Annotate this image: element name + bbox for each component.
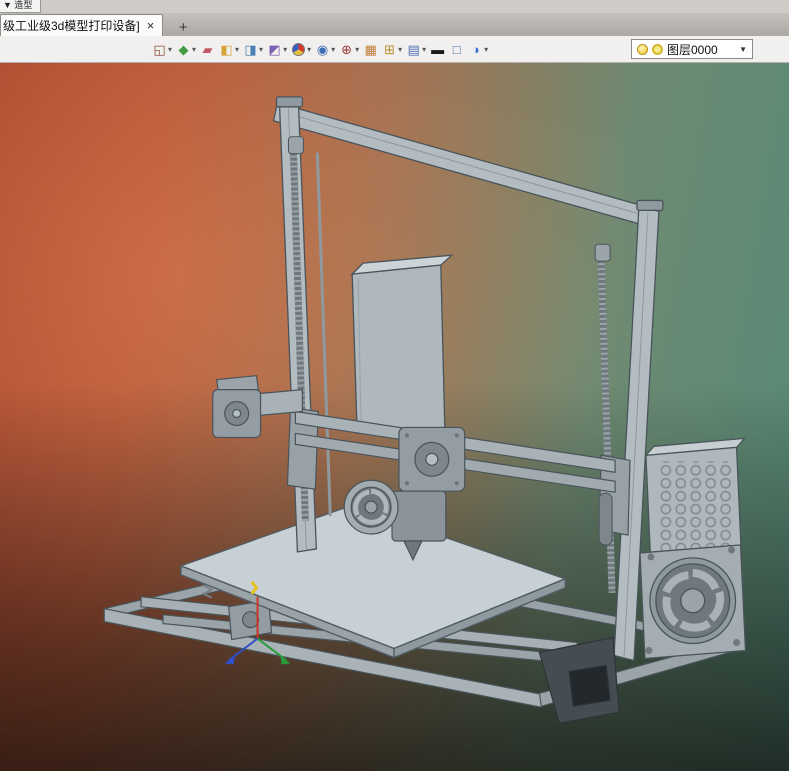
document-tab-title: 级工业级3d模型打印设备] bbox=[3, 19, 140, 33]
paint-button[interactable]: ▰ bbox=[198, 38, 217, 60]
chevron-down-icon[interactable]: ▾ bbox=[259, 45, 263, 54]
grid-button[interactable]: ⊞ ▾ bbox=[380, 38, 404, 60]
chevron-down-icon[interactable]: ▾ bbox=[484, 45, 488, 54]
control-box bbox=[350, 254, 454, 435]
wireframe-display-button[interactable]: ◨ ▾ bbox=[241, 38, 265, 60]
camera-icon: ▤ bbox=[407, 41, 420, 57]
grid-icon: ⊞ bbox=[384, 41, 396, 57]
chevron-down-icon[interactable]: ▾ bbox=[422, 45, 426, 54]
document-tab[interactable]: 级工业级3d模型打印设备] × bbox=[0, 14, 164, 36]
chevron-down-icon[interactable]: ▾ bbox=[331, 45, 335, 54]
color-wheel-button[interactable]: ▾ bbox=[289, 38, 313, 60]
texture-button[interactable]: ▦ bbox=[361, 38, 380, 60]
cooling-fan bbox=[639, 544, 747, 660]
layer-color-icon bbox=[652, 43, 663, 55]
shaded-display-button[interactable]: ◧ ▾ bbox=[217, 38, 241, 60]
titlebar-strip: ▼ 造型 bbox=[0, 0, 789, 13]
chevron-down-icon[interactable]: ▾ bbox=[283, 45, 287, 54]
material-icon: ◆ bbox=[178, 41, 189, 57]
background-dark-button[interactable]: ▬ bbox=[428, 38, 447, 60]
viewport-3d[interactable] bbox=[0, 63, 789, 771]
appearance-icon: ◉ bbox=[316, 41, 329, 57]
lightbulb-icon bbox=[637, 43, 648, 55]
printer-model bbox=[103, 96, 747, 724]
tab-close-icon[interactable]: × bbox=[147, 19, 155, 32]
chevron-down-icon[interactable]: ▾ bbox=[192, 45, 196, 54]
tower-slot bbox=[598, 492, 613, 546]
chevron-down-icon[interactable]: ▾ bbox=[307, 45, 311, 54]
shaded-display-icon: ◧ bbox=[220, 41, 233, 57]
hidden-line-display-button[interactable]: ◩ ▾ bbox=[265, 38, 289, 60]
background-light-button[interactable]: □ bbox=[447, 38, 466, 60]
chevron-down-icon[interactable]: ▼ bbox=[739, 45, 747, 54]
camera-button[interactable]: ▤ ▾ bbox=[404, 38, 428, 60]
material-button[interactable]: ◆ ▾ bbox=[174, 38, 198, 60]
texture-icon: ▦ bbox=[364, 41, 377, 57]
layer-select-value: 图层0000 bbox=[667, 42, 718, 57]
background-dark-icon: ▬ bbox=[431, 41, 445, 57]
corner-bracket bbox=[538, 636, 620, 724]
cad-application-window: ▼ 造型 级工业级3d模型打印设备] × + ◱ ▾ ◆ ▾ ▰ ◧ ▾ ◨ ▾ bbox=[0, 0, 789, 771]
z-motor-left bbox=[212, 375, 303, 439]
hidden-line-display-icon: ◩ bbox=[268, 41, 281, 57]
document-tabbar: 级工业级3d模型打印设备] × + bbox=[0, 13, 789, 36]
new-tab-button[interactable]: + bbox=[171, 18, 195, 36]
lens-icon: ◑ bbox=[471, 41, 480, 57]
background-light-icon: □ bbox=[452, 41, 461, 57]
view-window-icon: ◱ bbox=[153, 41, 166, 57]
wireframe-display-icon: ◨ bbox=[244, 41, 257, 57]
chevron-down-icon[interactable]: ▾ bbox=[398, 45, 402, 54]
chevron-down-icon[interactable]: ▾ bbox=[168, 45, 172, 54]
orientation-icon: ⊕ bbox=[341, 41, 353, 57]
view-window-button[interactable]: ◱ ▾ bbox=[150, 38, 174, 60]
paint-icon: ▰ bbox=[202, 41, 213, 57]
display-toolbar: ◱ ▾ ◆ ▾ ▰ ◧ ▾ ◨ ▾ ◩ ▾ ▾ ◉ ▾ ⊕ ▾ ▦ ⊞ ▾ ▤ … bbox=[0, 36, 789, 63]
menu-fragment[interactable]: ▼ 造型 bbox=[0, 0, 42, 13]
chevron-down-icon[interactable]: ▾ bbox=[355, 45, 359, 54]
lens-button[interactable]: ◑ ▾ bbox=[466, 38, 490, 60]
chevron-down-icon[interactable]: ▾ bbox=[235, 45, 239, 54]
appearance-button[interactable]: ◉ ▾ bbox=[313, 38, 337, 60]
color-wheel-icon bbox=[292, 42, 306, 56]
layer-select[interactable]: 图层0000 ▼ bbox=[631, 39, 753, 59]
orientation-button[interactable]: ⊕ ▾ bbox=[337, 38, 361, 60]
